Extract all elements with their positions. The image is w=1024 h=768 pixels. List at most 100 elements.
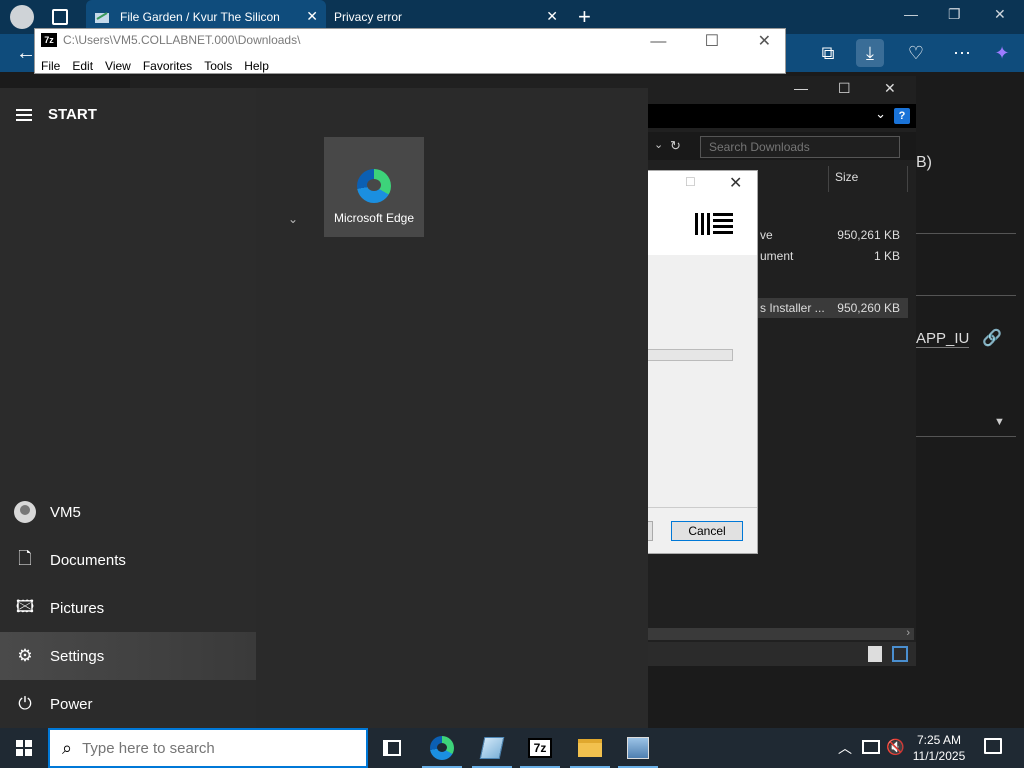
installer-icon <box>627 737 649 759</box>
file-name: ve <box>760 228 773 242</box>
tab-close-icon[interactable]: ✕ <box>306 8 318 25</box>
notepad-icon <box>479 737 505 759</box>
taskbar: ⌕ 7z ︿ 🔇 7:25 AM 11/1/2025 <box>0 728 1024 768</box>
search-input[interactable] <box>700 136 900 158</box>
page-divider <box>916 233 1016 234</box>
copilot-icon[interactable]: ✦ <box>988 39 1016 67</box>
close-icon[interactable]: ✕ <box>884 80 896 97</box>
tab-title: File Garden / Kvur The Silicon <box>120 10 280 24</box>
start-item-pictures[interactable]: 🖾 Pictures <box>0 584 256 632</box>
menu-view[interactable]: View <box>105 59 131 73</box>
start-item-settings[interactable]: ⚙ Settings <box>0 632 256 680</box>
menu-favorites[interactable]: Favorites <box>143 59 192 73</box>
dialog-header: ☐ ✕ <box>647 171 757 255</box>
collections-icon[interactable]: ⧉ <box>814 39 842 67</box>
installer-logo-icon <box>695 213 733 235</box>
maximize-icon[interactable]: ☐ <box>685 175 696 189</box>
start-item-label: Documents <box>50 551 126 569</box>
back-icon[interactable]: ← <box>16 42 36 65</box>
tile-label: Microsoft Edge <box>333 211 415 225</box>
status-bar <box>648 642 916 666</box>
7zip-logo-icon: 7z <box>41 33 57 47</box>
volume-muted-icon[interactable]: 🔇 <box>886 738 905 756</box>
new-tab-icon[interactable]: + <box>578 4 591 30</box>
taskbar-notepad[interactable] <box>468 728 516 768</box>
start-button[interactable] <box>0 728 48 768</box>
file-size: 950,261 KB <box>837 228 900 242</box>
taskbar-edge[interactable] <box>418 728 466 768</box>
link-icon[interactable]: 🔗 <box>982 328 1002 348</box>
minimize-icon[interactable]: — <box>650 33 666 50</box>
file-name: s Installer ... <box>760 301 825 315</box>
menu-edit[interactable]: Edit <box>72 59 93 73</box>
health-icon[interactable]: ♡ <box>902 39 930 67</box>
start-header[interactable]: START <box>16 106 97 123</box>
close-icon[interactable]: ✕ <box>994 6 1006 23</box>
taskbar-installer[interactable] <box>614 728 662 768</box>
task-view-icon <box>383 740 401 756</box>
clock[interactable]: 7:25 AM 11/1/2025 <box>904 732 974 764</box>
horizontal-scrollbar[interactable]: › <box>648 627 914 640</box>
close-icon[interactable]: ✕ <box>729 173 742 193</box>
windows-logo-icon <box>16 740 32 756</box>
page-size-text: B) <box>916 154 932 171</box>
search-input[interactable] <box>82 739 343 757</box>
clock-time: 7:25 AM <box>916 733 962 747</box>
start-item-documents[interactable]: 🗋 Documents <box>0 536 256 584</box>
notifications-icon[interactable] <box>984 738 1002 754</box>
page-link[interactable]: APP_IU <box>916 330 970 348</box>
tray-chevron-up-icon[interactable]: ︿ <box>838 738 852 758</box>
start-item-label: VM5 <box>50 503 81 521</box>
chevron-down-icon[interactable]: ⌄ <box>875 106 886 122</box>
restore-icon[interactable]: ❐ <box>948 6 961 23</box>
start-menu-tiles <box>256 88 648 728</box>
profile-avatar[interactable] <box>10 5 34 29</box>
folder-tab-icon <box>94 9 110 25</box>
maximize-icon[interactable]: ☐ <box>705 33 719 50</box>
task-view-button[interactable] <box>368 728 416 768</box>
hamburger-icon[interactable] <box>16 108 32 121</box>
refresh-icon[interactable]: ↻ <box>670 138 681 154</box>
close-icon[interactable]: ✕ <box>758 33 771 50</box>
7zip-window: 7z C:\Users\VM5.COLLABNET.000\Downloads\… <box>34 28 786 74</box>
start-item-power[interactable]: ⏻ Power <box>0 680 256 728</box>
folder-icon <box>578 739 602 757</box>
minimize-icon[interactable]: — <box>794 80 808 96</box>
downloads-icon[interactable]: ⤓ <box>856 39 884 67</box>
taskbar-7zip[interactable]: 7z <box>516 728 564 768</box>
tab-close-icon[interactable]: ✕ <box>546 8 558 25</box>
start-menu-sidebar: START VM5 🗋 Documents 🖾 Pictures ⚙ Setti… <box>0 88 256 728</box>
edge-icon <box>430 736 454 760</box>
chevron-down-icon[interactable]: ⌄ <box>654 138 663 151</box>
taskbar-file-explorer[interactable] <box>566 728 614 768</box>
details-view-icon[interactable] <box>868 646 882 662</box>
extract-dialog: ☐ ✕ Cancel <box>646 170 758 554</box>
menu-help[interactable]: Help <box>244 59 269 73</box>
start-item-label: Power <box>50 695 93 713</box>
tile-microsoft-edge[interactable]: Microsoft Edge <box>324 137 424 237</box>
network-icon[interactable] <box>862 740 880 754</box>
maximize-icon[interactable]: ☐ <box>838 80 851 97</box>
tab-actions-icon[interactable] <box>52 9 68 25</box>
start-item-user[interactable]: VM5 <box>0 488 256 536</box>
progress-bar <box>647 349 733 361</box>
minimize-icon[interactable]: — <box>904 6 918 22</box>
user-icon <box>14 501 36 523</box>
window-controls: — ☐ ✕ <box>616 31 771 51</box>
7zip-icon: 7z <box>528 738 552 758</box>
file-size: 950,260 KB <box>837 301 900 315</box>
menu-file[interactable]: File <box>41 59 60 73</box>
menu-bar: File Edit View Favorites Tools Help <box>41 59 281 73</box>
menu-tools[interactable]: Tools <box>204 59 232 73</box>
large-icons-view-icon[interactable] <box>892 646 908 662</box>
chevron-down-icon[interactable]: ⌄ <box>288 212 298 226</box>
dropdown-arrow-icon[interactable]: ▼ <box>994 416 1005 428</box>
column-header-size[interactable]: Size <box>828 166 908 192</box>
more-icon[interactable]: ⋯ <box>948 39 976 67</box>
cancel-button[interactable]: Cancel <box>671 521 743 541</box>
7zip-titlebar: 7z C:\Users\VM5.COLLABNET.000\Downloads\ <box>41 33 300 47</box>
help-icon[interactable]: ? <box>894 108 910 124</box>
taskbar-search[interactable]: ⌕ <box>48 728 368 768</box>
clock-date: 11/1/2025 <box>912 749 966 763</box>
scroll-right-icon[interactable]: › <box>906 627 910 639</box>
